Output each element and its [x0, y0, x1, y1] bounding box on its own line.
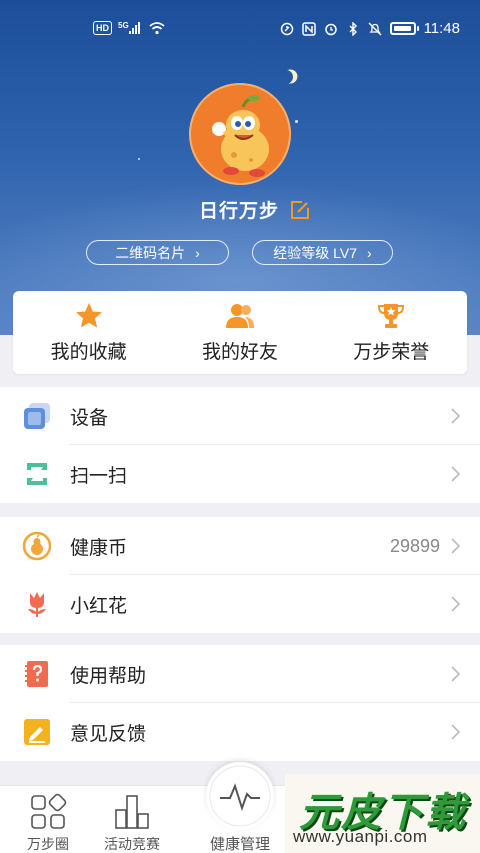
- battery-icon: [389, 22, 419, 35]
- quick-action-label: 万步荣誉: [353, 342, 430, 363]
- status-bar: HD 5G 11:48: [0, 0, 480, 60]
- menu-item-label: 健康币: [70, 537, 128, 559]
- nfc-icon: [301, 21, 316, 36]
- quick-action-label: 我的好友: [201, 342, 278, 363]
- chevron-right-icon: [451, 408, 461, 424]
- wifi-icon: [149, 22, 165, 35]
- tab-label: 健康管理: [209, 836, 270, 853]
- chevron-right-icon: [451, 666, 461, 682]
- chevron-right-icon: [451, 724, 461, 740]
- star-icon: [75, 303, 102, 328]
- tab-label: 活动竞赛: [104, 836, 160, 852]
- alarm-icon: [324, 23, 337, 35]
- avatar[interactable]: [189, 83, 291, 185]
- qrcode-card-button[interactable]: 二维码名片 ›: [86, 240, 229, 265]
- menu-item-feedback[interactable]: 意见反馈: [0, 703, 480, 761]
- chevron-right-icon: [451, 596, 461, 612]
- network-type: 5G: [118, 20, 129, 30]
- level-button[interactable]: 经验等级 LV7 ›: [252, 240, 393, 265]
- scan-icon: [27, 463, 47, 485]
- chevron-right-icon: [451, 538, 461, 554]
- profile-header: HD 5G 11:48 日行万步 二维码名片 › 经验等级 LV7 ›: [0, 0, 480, 335]
- feedback-icon: [24, 719, 50, 745]
- mascot-icon: [212, 95, 269, 177]
- menu-item-scan[interactable]: 扫一扫: [0, 445, 480, 503]
- tab-wanbu-circle[interactable]: 万步圈: [0, 786, 96, 853]
- health-coin-value: 29899: [389, 535, 440, 556]
- pulse-icon: [209, 765, 271, 827]
- friends-icon: [225, 304, 254, 328]
- quick-action-label: 我的收藏: [50, 342, 127, 363]
- bluetooth-icon: [349, 21, 357, 36]
- menu-item-help[interactable]: 使用帮助: [0, 645, 480, 703]
- health-coin-icon: [22, 531, 52, 561]
- edit-icon[interactable]: [289, 199, 311, 221]
- menu-group: 健康币 29899 小红花: [0, 517, 480, 633]
- menu-group: 使用帮助 意见反馈: [0, 645, 480, 761]
- menu-item-label: 使用帮助: [70, 665, 147, 687]
- quick-action-honors[interactable]: 万步荣誉: [321, 301, 461, 364]
- star-decoration: [138, 158, 140, 160]
- menu-item-health-coin[interactable]: 健康币 29899: [0, 517, 480, 575]
- status-time: 11:48: [423, 20, 460, 37]
- trophy-icon: [378, 304, 405, 328]
- menu-group: 设备 扫一扫: [0, 387, 480, 503]
- red-flower-icon: [28, 592, 46, 617]
- menu-item-label: 扫一扫: [70, 465, 128, 487]
- circle-icon: [31, 793, 67, 829]
- mute-icon: [368, 22, 382, 35]
- nickname: 日行万步: [198, 201, 279, 222]
- chevron-right-icon: ›: [195, 244, 200, 261]
- quick-actions-card: 我的收藏 我的好友 万步荣誉: [13, 291, 467, 374]
- quick-action-favorites[interactable]: 我的收藏: [19, 301, 159, 364]
- menu-item-label: 小红花: [70, 595, 128, 617]
- moon-icon: [277, 68, 295, 86]
- watermark-url: www.yuanpi.com: [293, 827, 428, 846]
- menu-item-label: 设备: [70, 407, 109, 429]
- qrcode-label: 二维码名片: [115, 244, 186, 261]
- activity-icon: [115, 795, 149, 829]
- data-saver-icon: [280, 22, 293, 35]
- device-icon: [24, 403, 50, 429]
- tab-activity[interactable]: 活动竞赛: [84, 786, 180, 853]
- hd-icon: HD: [93, 21, 112, 35]
- help-icon: [25, 661, 48, 687]
- tab-health-management[interactable]: [206, 762, 274, 830]
- level-label: 经验等级 LV7: [273, 244, 358, 261]
- chevron-right-icon: [451, 466, 461, 482]
- watermark: 元皮下载 www.yuanpi.com: [285, 774, 480, 853]
- quick-action-friends[interactable]: 我的好友: [170, 301, 310, 364]
- chevron-right-icon: ›: [367, 244, 372, 261]
- menu-item-device[interactable]: 设备: [0, 387, 480, 445]
- menu-item-red-flower[interactable]: 小红花: [0, 575, 480, 633]
- signal-icon: [128, 22, 140, 34]
- tab-label: 万步圈: [27, 836, 69, 852]
- menu-item-label: 意见反馈: [70, 723, 147, 745]
- star-decoration: [295, 120, 298, 123]
